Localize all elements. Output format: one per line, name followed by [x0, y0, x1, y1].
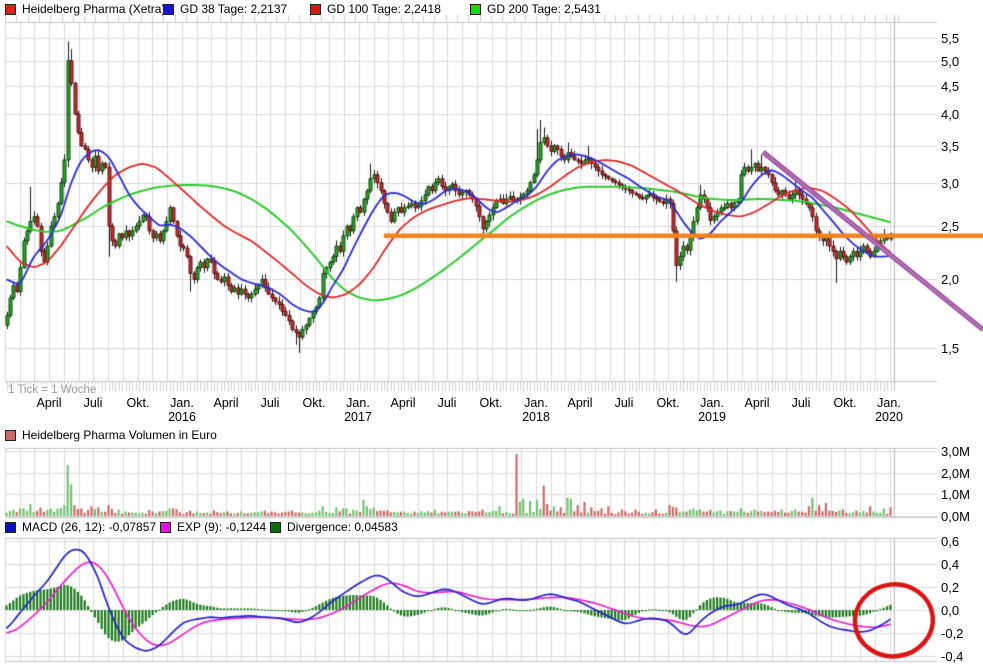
instrument-swatch-icon	[5, 4, 16, 15]
price-axis-label: 1,5	[941, 341, 959, 356]
volume-swatch-icon	[5, 430, 16, 441]
x-axis-year-label: 2017	[328, 410, 388, 424]
instrument-label: Heidelberg Pharma (Xetra)	[22, 3, 165, 16]
volume-axis-label: 1,0M	[941, 487, 970, 502]
gd38-label: GD 38 Tage: 2,2137	[180, 3, 287, 16]
legend-item-exp: EXP (9): -0,1244	[160, 521, 266, 534]
volume-axis-label: 3,0M	[941, 444, 970, 459]
volume-axis-label: 2,0M	[941, 466, 970, 481]
gd100-label: GD 100 Tage: 2,2418	[327, 3, 441, 16]
legend-item-gd100: GD 100 Tage: 2,2418	[310, 3, 441, 16]
x-axis-year-label: 2018	[506, 410, 566, 424]
macd-axis-label: 0,0	[941, 603, 959, 618]
legend-item-gd200: GD 200 Tage: 2,5431	[470, 3, 601, 16]
volume-legend: Heidelberg Pharma Volumen in Euro	[0, 429, 983, 443]
volume-label: Heidelberg Pharma Volumen in Euro	[22, 429, 217, 442]
gd38-swatch-icon	[163, 4, 174, 15]
price-axis-label: 3,5	[941, 139, 959, 154]
x-axis-label: Jan.	[859, 396, 919, 410]
exp-swatch-icon	[160, 522, 171, 533]
legend-item-volume: Heidelberg Pharma Volumen in Euro	[5, 429, 217, 442]
stock-chart-canvas	[0, 0, 983, 670]
price-axis-label: 3,0	[941, 176, 959, 191]
legend-item-macd: MACD (26, 12): -0,07857	[5, 521, 156, 534]
macd-axis-label: 0,4	[941, 557, 959, 572]
divergence-value-label: Divergence: 0,04583	[287, 521, 398, 534]
gd200-label: GD 200 Tage: 2,5431	[487, 3, 601, 16]
legend-item-divergence: Divergence: 0,04583	[270, 521, 398, 534]
gd200-swatch-icon	[470, 4, 481, 15]
x-axis-year-label: 2019	[682, 410, 742, 424]
price-axis-label: 2,0	[941, 272, 959, 287]
stock-chart-screen: Heidelberg Pharma (Xetra) GD 38 Tage: 2,…	[0, 0, 983, 670]
exp-value-label: EXP (9): -0,1244	[177, 521, 266, 534]
macd-axis-label: 0,6	[941, 534, 959, 549]
tick-interval-note: 1 Tick = 1 Woche	[8, 384, 99, 396]
macd-swatch-icon	[5, 522, 16, 533]
price-axis-label: 5,5	[941, 31, 959, 46]
macd-axis-label: -0,4	[941, 649, 963, 664]
price-axis-label: 4,5	[941, 79, 959, 94]
macd-axis-label: 0,2	[941, 580, 959, 595]
legend-item-instrument: Heidelberg Pharma (Xetra)	[5, 3, 165, 16]
x-axis-year-label: 2016	[152, 410, 212, 424]
price-axis-label: 4,0	[941, 107, 959, 122]
macd-legend: MACD (26, 12): -0,07857 EXP (9): -0,1244…	[0, 521, 983, 535]
price-axis-label: 2,5	[941, 219, 959, 234]
divergence-swatch-icon	[270, 522, 281, 533]
main-chart-legend: Heidelberg Pharma (Xetra) GD 38 Tage: 2,…	[0, 3, 983, 17]
macd-axis-label: -0,2	[941, 626, 963, 641]
price-axis-label: 5,0	[941, 54, 959, 69]
volume-axis-label: 0,0M	[941, 509, 970, 524]
macd-value-label: MACD (26, 12): -0,07857	[22, 521, 156, 534]
legend-item-gd38: GD 38 Tage: 2,2137	[163, 3, 287, 16]
x-axis-year-label: 2020	[859, 410, 919, 424]
gd100-swatch-icon	[310, 4, 321, 15]
